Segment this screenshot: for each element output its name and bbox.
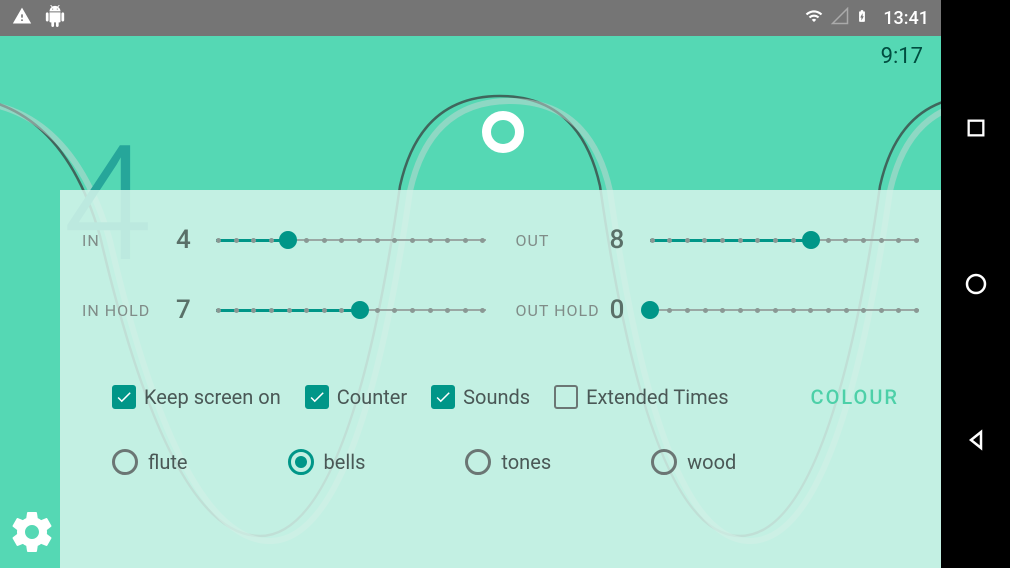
- radio-sound-wood[interactable]: wood: [651, 449, 736, 475]
- radio-icon: [112, 449, 138, 475]
- signal-icon: [831, 7, 849, 29]
- app-screen: 13:41 9:17 4 IN 4 OUT 8 IN HOLD 7: [0, 0, 941, 568]
- slider-out: OUT 8: [516, 225, 920, 255]
- checkbox-label: Counter: [337, 385, 407, 409]
- status-time: 13:41: [883, 8, 929, 29]
- slider-in-hold-track[interactable]: [216, 300, 486, 320]
- slider-in-track[interactable]: [216, 230, 486, 250]
- sound-options: flute bells tones wood: [82, 449, 919, 475]
- radio-icon: [465, 449, 491, 475]
- radio-sound-bells[interactable]: bells: [288, 449, 366, 475]
- checkbox-keep-screen[interactable]: Keep screen on: [112, 385, 281, 409]
- check-icon: [305, 385, 329, 409]
- radio-sound-tones[interactable]: tones: [465, 449, 551, 475]
- wifi-icon: [803, 7, 825, 29]
- check-icon: [431, 385, 455, 409]
- radio-sound-flute[interactable]: flute: [112, 449, 188, 475]
- radio-icon: [651, 449, 677, 475]
- radio-label: wood: [687, 450, 736, 474]
- slider-label: OUT HOLD: [516, 301, 600, 320]
- nav-home-button[interactable]: [964, 272, 988, 296]
- radio-label: flute: [148, 450, 188, 474]
- settings-gear-button[interactable]: [8, 508, 56, 560]
- breath-indicator-ball: [482, 111, 524, 153]
- session-timer: 9:17: [881, 44, 923, 69]
- options-row: Keep screen on Counter Sounds Extended T…: [82, 385, 919, 409]
- checkbox-sounds[interactable]: Sounds: [431, 385, 530, 409]
- checkbox-label: Extended Times: [586, 385, 728, 409]
- slider-in-hold: IN HOLD 7: [82, 295, 486, 325]
- slider-label: IN HOLD: [82, 301, 166, 320]
- slider-label: OUT: [516, 231, 600, 250]
- checkbox-label: Keep screen on: [144, 385, 281, 409]
- check-icon: [112, 385, 136, 409]
- nav-back-button[interactable]: [964, 428, 988, 452]
- checkbox-counter[interactable]: Counter: [305, 385, 407, 409]
- checkbox-extended[interactable]: Extended Times: [554, 385, 728, 409]
- android-nav-bar: [941, 0, 1010, 568]
- status-bar: 13:41: [0, 0, 941, 36]
- nav-recent-button[interactable]: [964, 116, 988, 140]
- slider-value: 8: [610, 225, 640, 255]
- slider-in: IN 4: [82, 225, 486, 255]
- slider-out-hold: OUT HOLD 0: [516, 295, 920, 325]
- radio-label: tones: [501, 450, 551, 474]
- radio-icon: [288, 449, 314, 475]
- warning-icon: [12, 6, 32, 30]
- colour-button[interactable]: COLOUR: [811, 385, 899, 409]
- check-icon: [554, 385, 578, 409]
- breathing-visual-area[interactable]: 9:17 4: [0, 36, 941, 191]
- android-icon: [44, 5, 66, 31]
- slider-out-track[interactable]: [650, 230, 920, 250]
- slider-value: 0: [610, 295, 640, 325]
- slider-value: 4: [176, 225, 206, 255]
- slider-out-hold-track[interactable]: [650, 300, 919, 320]
- radio-label: bells: [324, 450, 366, 474]
- settings-panel: IN 4 OUT 8 IN HOLD 7 OUT HOLD 0: [60, 190, 941, 568]
- battery-icon: [855, 5, 869, 31]
- slider-value: 7: [176, 295, 206, 325]
- checkbox-label: Sounds: [463, 385, 530, 409]
- slider-label: IN: [82, 231, 166, 250]
